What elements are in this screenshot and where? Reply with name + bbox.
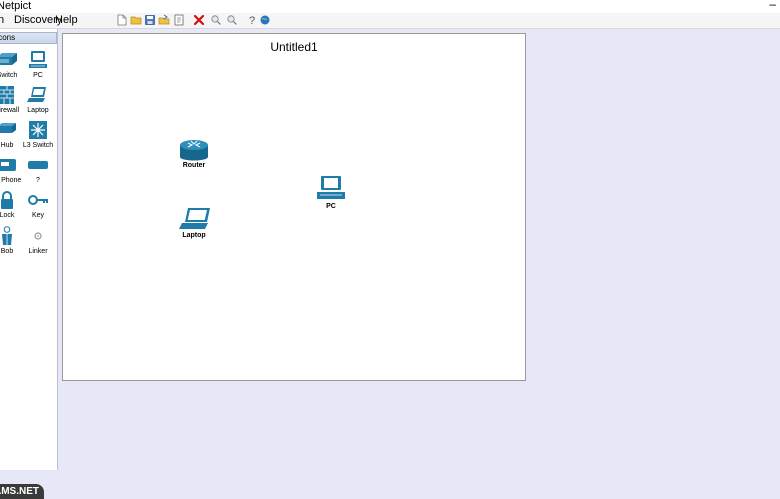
switch-icon — [0, 50, 18, 70]
new-file-icon[interactable] — [116, 14, 128, 26]
print-icon[interactable] — [173, 14, 185, 26]
palette-label: L3 Switch — [22, 142, 54, 149]
laptop-icon — [27, 85, 49, 105]
palette-label: Key — [31, 212, 45, 219]
node-label: Router — [182, 162, 206, 169]
palette-label: PC — [33, 72, 43, 79]
canvas-node-router[interactable]: Router — [179, 139, 209, 169]
watermark-logo: AMS.NET — [0, 484, 44, 499]
palette-item-pc[interactable]: PC — [23, 50, 53, 84]
title-bar: Netpict – — [0, 0, 780, 13]
zoom-out-icon[interactable] — [226, 14, 238, 26]
pc-icon — [27, 50, 49, 70]
palette-item-l3-switch[interactable]: L3 Switch — [23, 120, 53, 154]
delete-icon[interactable] — [193, 14, 205, 26]
palette-item-linker[interactable]: Linker — [23, 226, 53, 260]
menu-item-file[interactable]: n — [0, 14, 4, 27]
key-icon — [27, 190, 49, 210]
device-palette: Icons Switch PC Firewall Laptop Hub — [0, 29, 58, 499]
window-title: Netpict — [0, 0, 32, 12]
svg-text:?: ? — [249, 15, 255, 26]
palette-label: ? — [36, 177, 40, 184]
palette-header: Icons — [0, 32, 57, 44]
bob-icon — [0, 226, 18, 246]
canvas-node-laptop[interactable]: Laptop — [179, 207, 213, 239]
unknown-device-icon — [27, 155, 49, 175]
globe-icon[interactable] — [259, 14, 271, 26]
menu-bar: n Discovery Help ? — [0, 13, 780, 29]
palette-item-unknown[interactable]: ? — [23, 155, 53, 189]
node-label: Laptop — [182, 232, 206, 239]
firewall-icon — [0, 85, 18, 105]
open-folder-icon[interactable] — [130, 14, 142, 26]
open-icon[interactable] — [158, 14, 170, 26]
linker-icon — [27, 226, 49, 246]
minimize-button[interactable]: – — [769, 0, 776, 11]
router-icon — [179, 139, 209, 161]
pc-icon — [316, 175, 346, 201]
diagram-canvas[interactable]: Untitled1 Router PC Laptop — [62, 33, 526, 381]
l3-switch-icon — [27, 120, 49, 140]
palette-label: Linker — [28, 248, 48, 255]
node-label: PC — [326, 203, 336, 210]
zoom-in-icon[interactable] — [210, 14, 222, 26]
laptop-icon — [179, 207, 213, 231]
menu-item-help[interactable]: Help — [55, 14, 78, 27]
hub-icon — [0, 120, 18, 140]
palette-item-key[interactable]: Key — [23, 190, 53, 224]
palette-label: Laptop — [27, 107, 49, 114]
canvas-title: Untitled1 — [270, 40, 318, 54]
lock-icon — [0, 190, 18, 210]
save-icon[interactable] — [144, 14, 156, 26]
palette-item-laptop[interactable]: Laptop — [23, 85, 53, 119]
canvas-node-pc[interactable]: PC — [316, 175, 346, 210]
ip-phone-icon — [0, 155, 18, 175]
help-icon[interactable]: ? — [246, 14, 258, 26]
